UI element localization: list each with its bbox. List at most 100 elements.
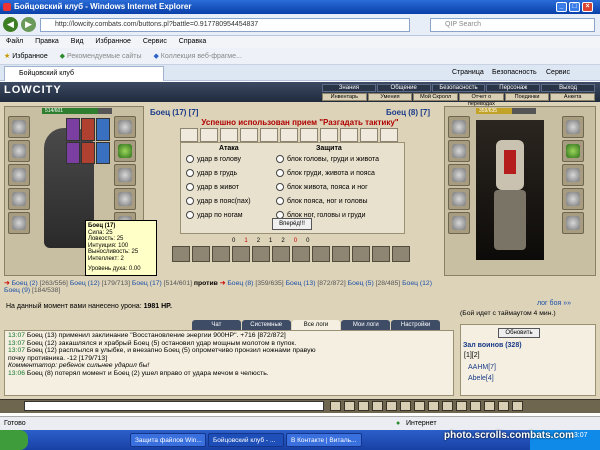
rune-icon[interactable] <box>66 118 80 141</box>
slot-helmet-right[interactable] <box>448 116 470 138</box>
slot-shield[interactable] <box>114 164 136 186</box>
go-button[interactable]: Вперёд!!! <box>272 218 312 230</box>
back-icon[interactable]: ◀ <box>3 17 18 32</box>
tactic-slot[interactable] <box>300 128 318 142</box>
defense-option-3[interactable]: блок живота, пояса и ног <box>276 183 368 191</box>
technique-icon[interactable] <box>192 246 210 262</box>
ie-tool-security[interactable]: Безопасность <box>492 65 537 81</box>
team-left-fighter[interactable]: Боец (12) <box>70 280 100 287</box>
toolbar-icon[interactable] <box>414 401 425 411</box>
task-button[interactable]: Защита файлов Win... <box>130 433 206 447</box>
room-pages[interactable]: [1][2] <box>464 352 480 359</box>
tab-settings[interactable]: Настройки <box>391 320 440 330</box>
toolbar-icon[interactable] <box>372 401 383 411</box>
right-fighter-avatar[interactable] <box>476 120 544 260</box>
technique-icon[interactable] <box>352 246 370 262</box>
menu-help[interactable]: Справка <box>179 38 206 45</box>
rune-icon[interactable] <box>81 118 95 141</box>
tab-my-logs[interactable]: Мои логи <box>341 320 391 330</box>
forward-icon[interactable]: ▶ <box>21 17 36 32</box>
tactic-slot[interactable] <box>380 128 398 142</box>
team-right-fighter[interactable]: Боец (8) <box>227 280 253 287</box>
toolbar-icon[interactable] <box>456 401 467 411</box>
defense-option-2[interactable]: блок груди, живота и пояса <box>276 169 375 177</box>
chat-input[interactable] <box>24 401 324 411</box>
team-right-fighter[interactable]: Боец (13) <box>286 280 316 287</box>
tactic-slot[interactable] <box>220 128 238 142</box>
technique-icon[interactable] <box>332 246 350 262</box>
slot-gloves[interactable] <box>114 140 136 162</box>
ie-tool-page[interactable]: Страница <box>452 65 484 81</box>
favorites-button[interactable]: Избранное <box>12 53 47 60</box>
right-fighter-name[interactable]: Боец (8) [7] <box>386 108 430 117</box>
team-right-fighter[interactable]: Боец (12) <box>402 280 432 287</box>
technique-icon[interactable] <box>312 246 330 262</box>
team-left-fighter[interactable]: Боец (17) <box>132 280 162 287</box>
slot-amulet-right[interactable] <box>448 140 470 162</box>
search-input[interactable]: QIP Search <box>430 18 595 32</box>
attack-legs-option[interactable]: удар по ногам <box>186 211 243 219</box>
technique-icon[interactable] <box>252 246 270 262</box>
recommended-sites-link[interactable]: Рекомендуемые сайты <box>67 53 141 60</box>
technique-icon[interactable] <box>212 246 230 262</box>
attack-head-option[interactable]: удар в голову <box>186 155 241 163</box>
defense-option-1[interactable]: блок головы, груди и живота <box>276 155 379 163</box>
toolbar-icon[interactable] <box>512 401 523 411</box>
attack-belly-option[interactable]: удар в живот <box>186 183 239 191</box>
ie-tool-tools[interactable]: Сервис <box>546 65 570 81</box>
tactic-slot[interactable] <box>260 128 278 142</box>
slot-belt[interactable] <box>8 212 30 234</box>
battle-log-link[interactable]: лог боя »» <box>537 300 571 307</box>
tactic-slot[interactable] <box>360 128 378 142</box>
nav-transfer-report[interactable]: Отчет о переводах <box>459 93 504 107</box>
nav-skills[interactable]: Умения <box>367 93 413 101</box>
minimize-button[interactable]: _ <box>556 2 567 12</box>
team-right-fighter[interactable]: Боец (9) <box>4 287 30 294</box>
slot-gloves-right[interactable] <box>562 140 584 162</box>
menu-favorites[interactable]: Избранное <box>95 38 130 45</box>
nav-security[interactable]: Безопасность <box>431 84 486 92</box>
nav-knowledge[interactable]: Знания <box>322 84 376 92</box>
slot-helmet[interactable] <box>8 116 30 138</box>
tab-chat[interactable]: Чат <box>192 320 241 330</box>
rune-icon[interactable] <box>96 118 110 141</box>
slot-armor-right[interactable] <box>448 188 470 210</box>
nav-character[interactable]: Персонаж <box>486 84 541 92</box>
technique-icon[interactable] <box>292 246 310 262</box>
slot-shield-right[interactable] <box>562 164 584 186</box>
menu-view[interactable]: Вид <box>71 38 84 45</box>
defense-option-4[interactable]: блок пояса, ног и головы <box>276 197 368 205</box>
menu-tools[interactable]: Сервис <box>143 38 167 45</box>
left-fighter-name[interactable]: Боец (17) [7] <box>150 108 198 117</box>
nav-profile[interactable]: Анкета <box>550 93 596 101</box>
slot-earrings[interactable] <box>114 116 136 138</box>
toolbar-icon[interactable] <box>386 401 397 411</box>
toolbar-icon[interactable] <box>470 401 481 411</box>
menu-edit[interactable]: Правка <box>35 38 59 45</box>
rune-icon[interactable] <box>66 141 80 164</box>
nav-inventory[interactable]: Инвентарь <box>322 93 367 101</box>
toolbar-icon[interactable] <box>484 401 495 411</box>
rune-icon[interactable] <box>96 141 110 164</box>
rune-icon[interactable] <box>81 141 95 164</box>
toolbar-icon[interactable] <box>442 401 453 411</box>
task-button-active[interactable]: Бойцовский клуб - ... <box>208 433 284 447</box>
url-input[interactable]: http://lowcity.combats.com/buttons.pl?ba… <box>40 18 410 32</box>
room-user[interactable]: Abele[4] <box>468 375 494 382</box>
tactic-slot[interactable] <box>180 128 198 142</box>
toolbar-icon[interactable] <box>358 401 369 411</box>
technique-icon[interactable] <box>392 246 410 262</box>
technique-icon[interactable] <box>372 246 390 262</box>
tactic-slot[interactable] <box>200 128 218 142</box>
technique-icon[interactable] <box>172 246 190 262</box>
team-right-fighter[interactable]: Боец (5) <box>348 280 374 287</box>
slot-weapon[interactable] <box>8 164 30 186</box>
toolbar-icon[interactable] <box>330 401 341 411</box>
slot-earrings-right[interactable] <box>562 116 584 138</box>
star-icon[interactable]: ★ <box>4 53 10 60</box>
team-left-fighter[interactable]: Боец (2) <box>12 280 38 287</box>
refresh-button[interactable]: Обновить <box>498 328 540 338</box>
slot-belt-right[interactable] <box>448 212 470 234</box>
room-user[interactable]: AAHM[7] <box>468 364 496 371</box>
attack-chest-option[interactable]: удар в грудь <box>186 169 237 177</box>
